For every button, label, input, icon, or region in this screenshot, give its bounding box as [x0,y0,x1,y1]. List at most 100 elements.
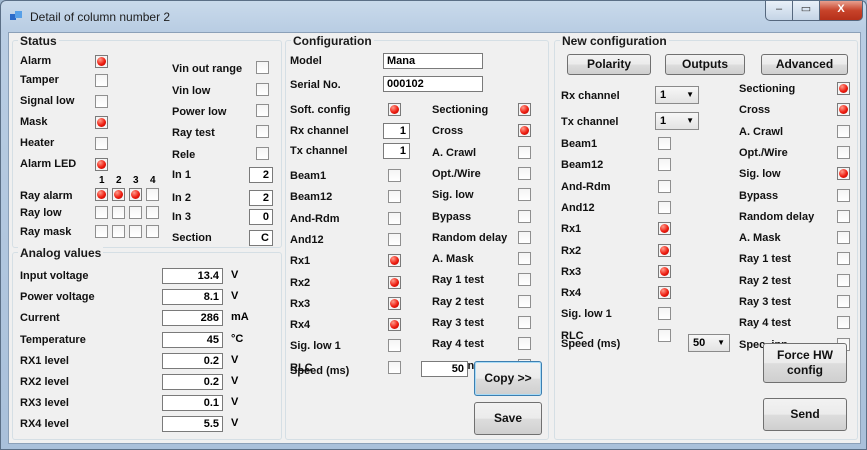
config-bypass-indicator [518,210,531,223]
mask-label: Mask [20,116,48,128]
new-opt-wire-checkbox[interactable] [837,146,850,159]
window: Detail of column number 2 – ▭ X Status A… [0,0,867,450]
config-beam12-indicator [388,190,401,203]
config-a-crawl-indicator [518,146,531,159]
new-and12-label: And12 [561,202,595,214]
new-sig-low-label: Sig. low [739,168,781,180]
new-ray-1-test-label: Ray 1 test [739,253,791,265]
new-beam1-checkbox[interactable] [658,137,671,150]
ray-mask-1-indicator [95,225,108,238]
tx-channel-select[interactable]: 1 ▼ [655,112,699,130]
config-cross-indicator [518,124,531,137]
config-rx4-indicator [388,318,401,331]
config-a-crawl-label: A. Crawl [432,147,477,159]
ray-alarm-1-led [95,188,108,201]
section-label: Section [172,232,212,244]
model-label: Model [290,55,322,67]
serial-field[interactable]: 000102 [383,76,483,92]
config-sectioning-indicator [518,103,531,116]
new-bypass-checkbox[interactable] [837,189,850,202]
new-and-rdm-label: And-Rdm [561,181,611,193]
rx-channel-label: Rx channel [290,125,349,137]
config-ray-1-test-indicator [518,273,531,286]
tx-channel-label: Tx channel [290,145,348,157]
config-rx1-indicator [388,254,401,267]
new-configuration-group: New configuration Polarity Outputs Advan… [554,34,858,440]
new-ray-3-test-checkbox[interactable] [837,295,850,308]
ray-alarm-4-indicator [146,188,159,201]
config-sectioning-label: Sectioning [432,104,489,116]
speed-select[interactable]: 50 ▼ [688,334,730,352]
new-ray-2-test-checkbox[interactable] [837,274,850,287]
new-cross-checkbox[interactable] [837,103,850,116]
new-sig-low-1-checkbox[interactable] [658,307,671,320]
alarm-label: Alarm [20,55,52,67]
new-a-mask-checkbox[interactable] [837,231,850,244]
new-ray-1-test-checkbox[interactable] [837,252,850,265]
bit-4-label: 4 [150,175,156,186]
new-a-crawl-label: A. Crawl [739,126,784,138]
maximize-button[interactable]: ▭ [792,1,820,21]
config-ray-3-test-indicator [518,316,531,329]
new-rx1-checkbox[interactable] [658,222,671,235]
rx3-level-label: RX3 level [20,397,69,409]
rele-indicator [256,147,269,160]
close-button[interactable]: X [819,1,863,21]
in1-value: 2 [249,167,273,183]
new-rx3-checkbox[interactable] [658,265,671,278]
config-a-mask-indicator [518,252,531,265]
copy-button[interactable]: Copy >> [474,361,542,396]
new-and12-checkbox[interactable] [658,201,671,214]
new-configuration-title: New configuration [560,34,669,48]
config-sig-low-indicator [518,188,531,201]
new-random-delay-checkbox[interactable] [837,210,850,223]
config-sig-low-1-label: Sig. low 1 [290,340,341,352]
new-beam12-checkbox[interactable] [658,158,671,171]
in3-label: In 3 [172,211,191,223]
outputs-button[interactable]: Outputs [665,54,745,75]
in1-label: In 1 [172,169,191,181]
rx1-level-label: RX1 level [20,355,69,367]
advanced-button[interactable]: Advanced [761,54,848,75]
rx-channel-selected: 1 [660,89,667,101]
rx-channel-select[interactable]: 1 ▼ [655,86,699,104]
title-bar: Detail of column number 2 – ▭ X [1,1,866,31]
config-random-delay-label: Random delay [432,232,508,244]
new-sig-low-checkbox[interactable] [837,167,850,180]
polarity-button[interactable]: Polarity [567,54,651,75]
vin-out-range-label: Vin out range [172,63,243,75]
send-button[interactable]: Send [763,398,847,431]
new-sig-low-1-label: Sig. low 1 [561,308,612,320]
new-rx2-checkbox[interactable] [658,244,671,257]
new-a-crawl-checkbox[interactable] [837,125,850,138]
speed-value: 50 [421,361,468,377]
tamper-label: Tamper [20,74,59,86]
temperature-value: 45 [162,332,223,348]
temperature-unit: °C [231,333,244,345]
in3-value: 0 [249,209,273,225]
alarm-led-indicator [95,158,108,171]
ray-alarm-2-led [112,188,125,201]
ray-test-indicator [256,125,269,138]
config-and12-indicator [388,233,401,246]
new-rx4-checkbox[interactable] [658,286,671,299]
ray-alarm-label: Ray alarm [20,190,73,202]
force-hw-config-button[interactable]: Force HW config [763,343,847,383]
input-voltage-unit: V [231,269,239,281]
new-sectioning-checkbox[interactable] [837,82,850,95]
new-speed-label: Speed (ms) [561,338,621,350]
config-rx2-label: Rx2 [290,277,311,289]
rx1-level-value: 0.2 [162,353,223,369]
new-and-rdm-checkbox[interactable] [658,180,671,193]
chevron-down-icon: ▼ [717,338,725,347]
new-ray-4-test-checkbox[interactable] [837,316,850,329]
power-low-indicator [256,104,269,117]
model-field[interactable]: Mana [383,53,483,69]
minimize-button[interactable]: – [765,1,793,21]
config-and-rdm-label: And-Rdm [290,213,340,225]
save-button[interactable]: Save [474,402,542,435]
ray-low-3-indicator [129,206,142,219]
new-random-delay-label: Random delay [739,211,815,223]
app-icon [10,11,22,20]
new-rlc-checkbox[interactable] [658,329,671,342]
